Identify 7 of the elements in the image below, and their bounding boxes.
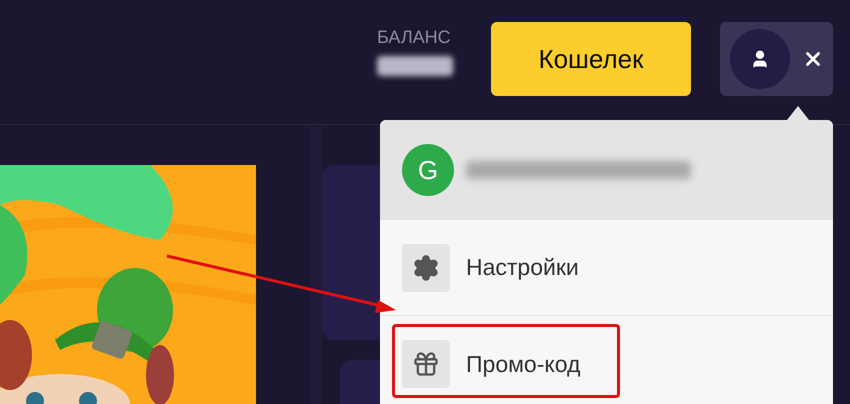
user-menu-button[interactable] xyxy=(720,22,833,96)
wallet-button[interactable]: Кошелек xyxy=(491,22,691,96)
balance-label: БАЛАНС xyxy=(377,26,452,48)
menu-item[interactable]: Настройки xyxy=(402,244,579,292)
avatar: G xyxy=(402,144,454,196)
menu-item[interactable]: Промо-код xyxy=(402,340,580,388)
gift-icon xyxy=(412,350,440,378)
